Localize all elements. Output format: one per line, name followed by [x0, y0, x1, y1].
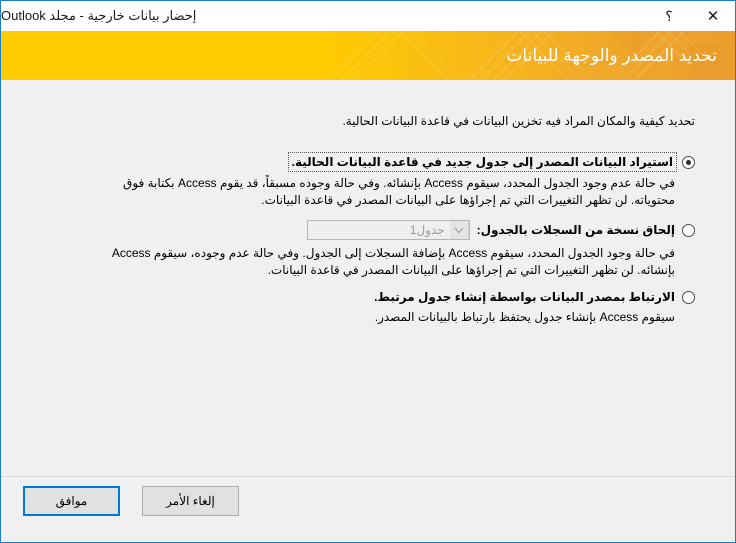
- option-2-description: في حالة وجود الجدول المحدد، سيقوم Access…: [111, 246, 675, 277]
- table-select[interactable]: جدول1: [306, 220, 470, 240]
- external-data-dialog: إحضار بيانات خارجية - مجلد Outlook ؟ ✕ ت…: [0, 0, 736, 543]
- option-link-table: الارتباط بمصدر البيانات بواسطة إنشاء جدو…: [41, 290, 695, 326]
- intro-text: تحديد كيفية والمكان المراد فيه تخزين الب…: [342, 114, 695, 128]
- cancel-button[interactable]: إلغاء الأمر: [142, 486, 239, 516]
- table-select-value: جدول1: [409, 223, 445, 237]
- option-1-label[interactable]: استيراد البيانات المصدر إلى جدول جديد في…: [287, 152, 678, 172]
- radio-import-new-table[interactable]: [682, 155, 695, 169]
- option-3-description: سيقوم Access بإنشاء جدول يحتفظ بارتباط ب…: [374, 310, 675, 324]
- option-1-row[interactable]: استيراد البيانات المصدر إلى جدول جديد في…: [41, 152, 695, 172]
- ok-button[interactable]: موافق: [23, 486, 120, 516]
- options-group: استيراد البيانات المصدر إلى جدول جديد في…: [1, 152, 735, 337]
- radio-append-records[interactable]: [682, 223, 695, 237]
- option-2-row[interactable]: إلحاق نسخة من السجلات بالجدول: جدول1: [41, 220, 695, 240]
- radio-link-table[interactable]: [682, 290, 695, 304]
- option-1-description: في حالة عدم وجود الجدول المحدد، سيقوم Ac…: [123, 176, 675, 207]
- close-icon[interactable]: ✕: [691, 1, 735, 31]
- option-append-records: إلحاق نسخة من السجلات بالجدول: جدول1 في …: [41, 220, 695, 279]
- option-3-row[interactable]: الارتباط بمصدر البيانات بواسطة إنشاء جدو…: [41, 290, 695, 304]
- chevron-down-icon[interactable]: [449, 221, 469, 239]
- dialog-footer: موافق إلغاء الأمر: [1, 476, 735, 525]
- option-import-new-table: استيراد البيانات المصدر إلى جدول جديد في…: [41, 152, 695, 209]
- option-2-label[interactable]: إلحاق نسخة من السجلات بالجدول:: [477, 223, 675, 237]
- title-bar: إحضار بيانات خارجية - مجلد Outlook ؟ ✕: [1, 1, 735, 31]
- option-3-label[interactable]: الارتباط بمصدر البيانات بواسطة إنشاء جدو…: [374, 290, 675, 304]
- banner-heading: تحديد المصدر والوجهة للبيانات: [506, 46, 717, 65]
- title-bar-buttons: ؟ ✕: [647, 1, 735, 31]
- help-icon[interactable]: ؟: [647, 1, 691, 31]
- banner: تحديد المصدر والوجهة للبيانات: [1, 31, 735, 80]
- dialog-body: تحديد كيفية والمكان المراد فيه تخزين الب…: [1, 80, 735, 525]
- window-title: إحضار بيانات خارجية - مجلد Outlook: [1, 8, 197, 23]
